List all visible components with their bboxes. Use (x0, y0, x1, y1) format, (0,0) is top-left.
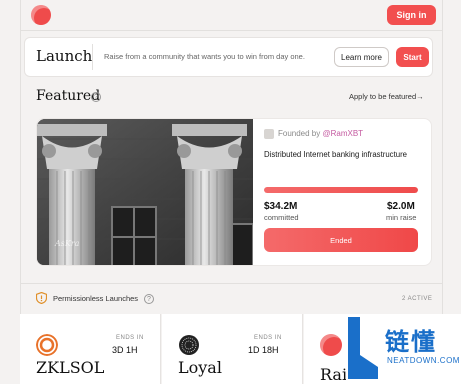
launch-divider (92, 44, 93, 70)
token-name: ZKLSOL (36, 358, 105, 377)
image-overlay-text: AsKra (55, 239, 80, 248)
token-name: Loyal (178, 358, 222, 377)
watermark-logo-icon (348, 317, 378, 379)
active-count: 2 ACTIVE (402, 296, 433, 302)
launch-description: Raise from a community that wants you to… (104, 52, 305, 61)
zklsol-logo-icon (36, 334, 58, 356)
ended-status-button[interactable]: Ended (264, 228, 418, 252)
header-divider (20, 30, 443, 31)
min-raise-value: $2.0M (387, 201, 415, 212)
ends-in-value: 1D 18H (248, 345, 279, 355)
ends-in-label: ENDS IN (254, 335, 282, 341)
learn-more-button[interactable]: Learn more (334, 47, 389, 67)
featured-help-icon[interactable]: ? (91, 92, 101, 102)
raise-progress-bar (264, 187, 418, 193)
ends-in-value: 3D 1H (112, 345, 138, 355)
permissionless-title: Permissionless Launches (53, 294, 139, 303)
watermark-url: NEATDOWN.COM (387, 356, 460, 365)
raise-progress-fill (264, 187, 418, 193)
founded-by: Founded by @RamXBT (278, 129, 363, 138)
founded-prefix: Founded by (278, 129, 321, 138)
start-button[interactable]: Start (396, 47, 429, 67)
featured-project-image: AsKra (37, 119, 253, 265)
section-divider (20, 283, 443, 284)
permissionless-help-icon[interactable]: ? (144, 294, 154, 304)
loyal-logo-icon (179, 335, 199, 355)
token-name: Rai (320, 365, 348, 384)
committed-label: committed (264, 213, 299, 222)
founder-handle-link[interactable]: @RamXBT (323, 129, 364, 138)
min-raise-label: min raise (386, 213, 417, 222)
shield-icon (36, 292, 47, 304)
sign-in-button[interactable]: Sign in (387, 5, 436, 25)
watermark-text: 链懂 (385, 328, 437, 356)
app-logo-icon[interactable] (31, 5, 51, 25)
ends-in-label: ENDS IN (116, 335, 144, 341)
committed-value: $34.2M (264, 201, 298, 212)
apply-featured-link[interactable]: Apply to be featured→ (349, 92, 424, 101)
rai-logo-icon (320, 334, 342, 356)
featured-description: Distributed Internet banking infrastruct… (264, 150, 408, 159)
launch-title: Launch (36, 47, 93, 65)
founder-avatar (264, 129, 274, 139)
